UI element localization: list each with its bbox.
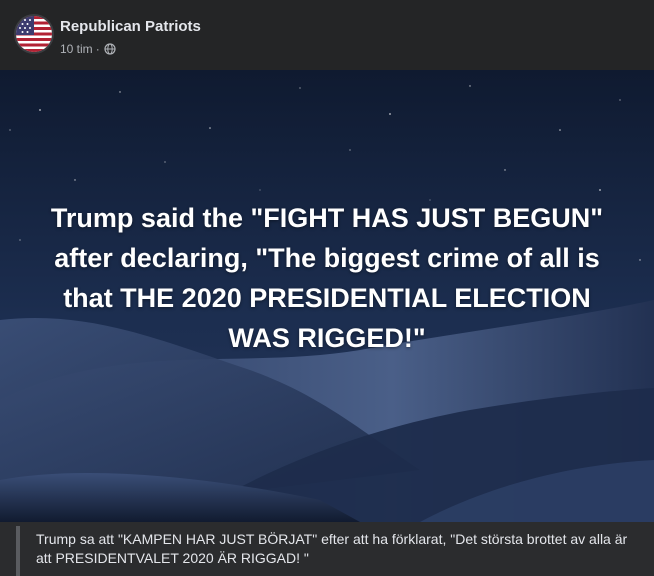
post-meta: 10 tim · bbox=[60, 42, 116, 56]
facebook-post: Republican Patriots 10 tim · Trump said … bbox=[0, 0, 654, 576]
us-flag-icon bbox=[16, 16, 52, 52]
caption-quote-bar bbox=[16, 526, 20, 576]
meta-separator: · bbox=[95, 42, 100, 56]
post-image[interactable]: Trump said the "FIGHT HAS JUST BEGUN" af… bbox=[0, 70, 654, 522]
post-header: Republican Patriots 10 tim · bbox=[0, 0, 654, 70]
post-timestamp[interactable]: 10 tim bbox=[60, 42, 93, 56]
globe-icon[interactable] bbox=[104, 43, 116, 55]
translated-caption: Trump sa att "KAMPEN HAR JUST BÖRJAT" ef… bbox=[0, 522, 654, 576]
caption-text: Trump sa att "KAMPEN HAR JUST BÖRJAT" ef… bbox=[36, 531, 628, 566]
page-name-link[interactable]: Republican Patriots bbox=[60, 18, 201, 35]
avatar[interactable] bbox=[16, 16, 52, 52]
image-headline: Trump said the "FIGHT HAS JUST BEGUN" af… bbox=[50, 203, 604, 353]
